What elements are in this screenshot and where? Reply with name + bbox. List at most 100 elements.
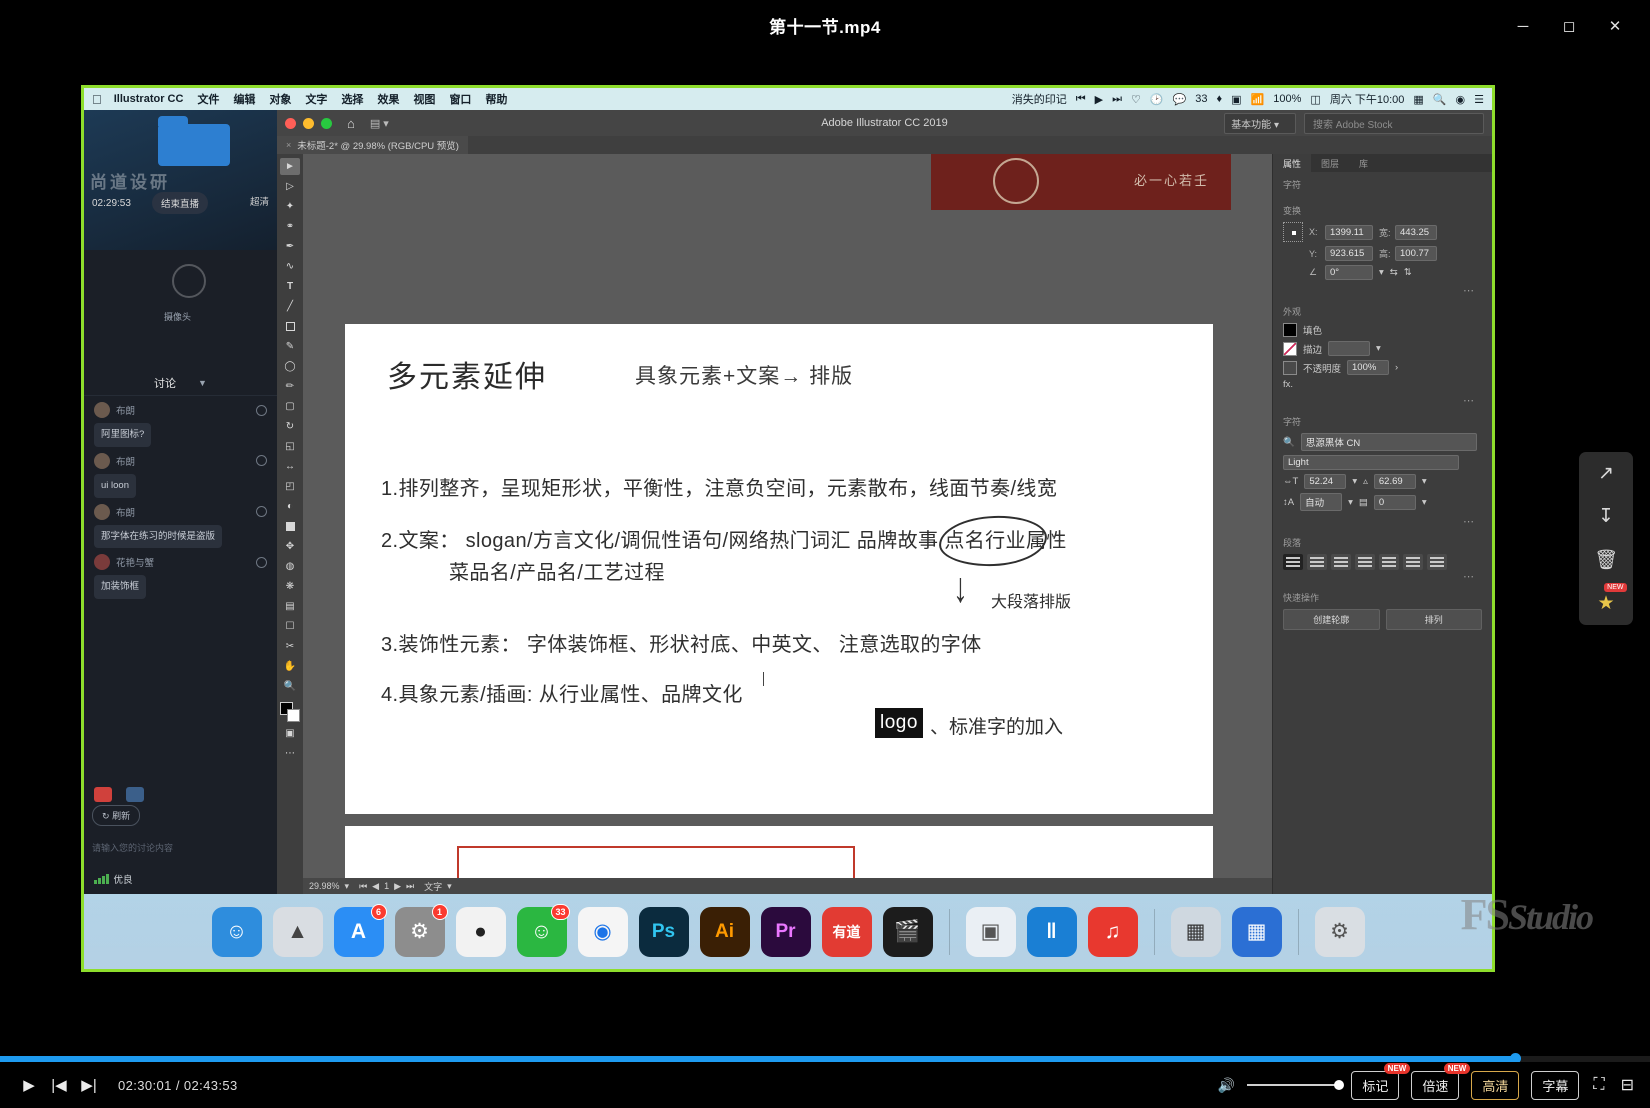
artboard-last-icon[interactable]: ⏭ xyxy=(406,881,414,892)
tab-layers[interactable]: 图层 xyxy=(1311,154,1349,172)
dock-item-wechat[interactable]: ☺ 33 xyxy=(517,907,567,957)
align-left-icon[interactable] xyxy=(1283,554,1303,570)
screen-mode-tool[interactable]: ▣ xyxy=(280,725,300,742)
opacity-more-icon[interactable]: › xyxy=(1395,362,1398,373)
tab-libraries[interactable]: 库 xyxy=(1349,154,1378,172)
tab-close-icon[interactable]: × xyxy=(286,140,291,150)
menu-item-window[interactable]: 窗口 xyxy=(449,91,471,107)
current-tool[interactable]: 文字 ▾ xyxy=(424,880,452,893)
properties-panel[interactable]: 属性 图层 库 字符 变换 X: 1399.11 宽: xyxy=(1272,154,1492,894)
justify-last-right-icon[interactable] xyxy=(1403,554,1423,570)
pen-tool[interactable]: ✒ xyxy=(280,238,300,255)
message-menu-icon[interactable] xyxy=(256,455,267,466)
heart-icon[interactable]: ♡ xyxy=(1131,93,1141,106)
dock-item-chrome[interactable]: ◉ xyxy=(578,907,628,957)
font-size-field[interactable]: 52.24 xyxy=(1304,474,1346,489)
canvas[interactable]: 必一心若壬 多元素延伸 具象元素+文案→ 排版 1.排列整齐，呈现矩形状，平衡性… xyxy=(303,154,1272,894)
subtitles-button[interactable]: 字幕 xyxy=(1531,1071,1579,1100)
scale-tool[interactable]: ◱ xyxy=(280,438,300,455)
gift-icon[interactable] xyxy=(94,787,112,802)
symbol-sprayer-tool[interactable]: ❋ xyxy=(280,578,300,595)
menu-item-view[interactable]: 视图 xyxy=(413,91,435,107)
dock-item-system-preferences[interactable]: ⚙ 1 xyxy=(395,907,445,957)
reference-point-icon[interactable] xyxy=(1283,222,1303,242)
menu-item-illustrator[interactable]: Illustrator CC xyxy=(114,93,184,105)
document-tab[interactable]: × 未标题-2* @ 29.98% (RGB/CPU 预览) xyxy=(277,136,468,154)
width-field[interactable]: 443.25 xyxy=(1395,225,1437,240)
menu-item-effect[interactable]: 效果 xyxy=(377,91,399,107)
rectangle-tool[interactable] xyxy=(280,318,300,335)
y-field[interactable]: 923.615 xyxy=(1325,246,1373,261)
stroke-swatch[interactable] xyxy=(287,709,300,722)
message-menu-icon[interactable] xyxy=(256,506,267,517)
volume-slider[interactable] xyxy=(1247,1084,1339,1086)
mac-menu-bar[interactable]:  Illustrator CC 文件 编辑 对象 文字 选择 效果 视图 窗口… xyxy=(84,88,1492,110)
previous-button[interactable]: |◀ xyxy=(44,1076,74,1094)
spotlight-icon[interactable]: 🔍 xyxy=(1433,93,1447,106)
justify-last-center-icon[interactable] xyxy=(1379,554,1399,570)
dock-item-numbers[interactable]: ▦ xyxy=(1232,907,1282,957)
battery-icon[interactable]: ◫ xyxy=(1310,93,1320,106)
opacity-field[interactable]: 100% xyxy=(1347,360,1389,375)
dock-item-trash[interactable]: ⚙ xyxy=(1315,907,1365,957)
angle-field[interactable]: 0° xyxy=(1325,265,1373,280)
gradient-tool[interactable] xyxy=(280,518,300,535)
font-search-icon[interactable]: 🔍 xyxy=(1283,437,1295,448)
input-source-icon[interactable]: ▦ xyxy=(1413,93,1423,106)
apple-logo-icon[interactable]:  xyxy=(92,92,102,107)
shaper-tool[interactable]: ◯ xyxy=(280,358,300,375)
direct-selection-tool[interactable]: ▷ xyxy=(280,178,300,195)
x-field[interactable]: 1399.11 xyxy=(1325,225,1373,240)
fx-label[interactable]: fx. xyxy=(1283,379,1293,390)
pencil-tool[interactable]: ✏ xyxy=(280,378,300,395)
free-transform-tool[interactable]: ◰ xyxy=(280,478,300,495)
next-button[interactable]: ▶| xyxy=(74,1076,104,1094)
dock-item-youdao[interactable]: 有道 xyxy=(822,907,872,957)
clock-icon[interactable]: 🕑 xyxy=(1150,93,1164,106)
siri-icon[interactable]: ◉ xyxy=(1456,93,1466,106)
artboard-tool[interactable]: ☐ xyxy=(280,618,300,635)
display-icon[interactable]: ▣ xyxy=(1231,93,1241,106)
dock-item-qq[interactable]: ● xyxy=(456,907,506,957)
delete-icon[interactable]: 🗑 xyxy=(1594,548,1618,572)
artboard-nav[interactable]: ⏮ ◀ 1 ▶ ⏭ xyxy=(359,881,414,892)
media-next-icon[interactable]: ⏭ xyxy=(1112,93,1122,106)
dock-item-keynote[interactable]: ▦ xyxy=(1171,907,1221,957)
illustrator-window[interactable]: ⌂ ▤ ▾ Adobe Illustrator CC 2019 基本功能 ▾ 搜… xyxy=(277,110,1492,894)
stroke-swatch[interactable] xyxy=(1283,342,1297,356)
mac-datetime[interactable]: 周六 下午10:00 xyxy=(1330,91,1405,107)
artboard-prev-icon[interactable]: ◀ xyxy=(372,881,379,892)
paintbrush-tool[interactable]: ✎ xyxy=(280,338,300,355)
chevron-down-icon[interactable]: ▾ xyxy=(345,881,350,892)
menu-item-type[interactable]: 文字 xyxy=(305,91,327,107)
maximize-icon[interactable]: ◻ xyxy=(1546,10,1592,42)
media-prev-icon[interactable]: ⏮ xyxy=(1076,93,1086,106)
message-menu-icon[interactable] xyxy=(256,557,267,568)
document-tab-row[interactable]: × 未标题-2* @ 29.98% (RGB/CPU 预览) xyxy=(277,136,1492,154)
dock-item-parallels[interactable]: ‖ xyxy=(1027,907,1077,957)
fullscreen-icon[interactable]: ⛶ xyxy=(1591,1076,1606,1094)
flip-horizontal-icon[interactable]: ⇆ xyxy=(1390,267,1398,278)
bluetooth-icon[interactable]: ♦ xyxy=(1217,93,1223,105)
stock-search-input[interactable]: 搜索 Adobe Stock xyxy=(1304,113,1484,134)
kerning-field[interactable]: 0 xyxy=(1374,495,1416,510)
transform-more-icon[interactable]: ⋯ xyxy=(1283,284,1482,297)
player-controls-right[interactable]: 🔊 标记 NEW 倍速 NEW 高清 字幕 ⛶ ⊟ xyxy=(1218,1071,1636,1100)
arrange-documents-icon[interactable]: ▤ ▾ xyxy=(370,117,389,130)
dock-item-preview[interactable]: ▣ xyxy=(966,907,1016,957)
column-graph-tool[interactable]: ▤ xyxy=(280,598,300,615)
volume-icon[interactable]: 🔊 xyxy=(1218,1077,1235,1094)
download-icon[interactable]: ↧ xyxy=(1598,505,1614,528)
minimize-window-icon[interactable] xyxy=(303,118,314,129)
slice-tool[interactable]: ✂ xyxy=(280,638,300,655)
dock-item-netease-music[interactable]: ♫ xyxy=(1088,907,1138,957)
menu-item-object[interactable]: 对象 xyxy=(269,91,291,107)
magic-wand-tool[interactable]: ✦ xyxy=(280,198,300,215)
selection-tool[interactable]: ► xyxy=(280,158,300,175)
appearance-more-icon[interactable]: ⋯ xyxy=(1283,394,1482,407)
chevron-down-icon[interactable]: ▾ xyxy=(1422,476,1427,487)
bookmark-button[interactable]: 标记 NEW xyxy=(1351,1071,1399,1100)
fill-stroke-swatches[interactable] xyxy=(280,702,300,722)
flip-vertical-icon[interactable]: ⇅ xyxy=(1404,267,1412,278)
close-icon[interactable]: ✕ xyxy=(1592,10,1638,42)
